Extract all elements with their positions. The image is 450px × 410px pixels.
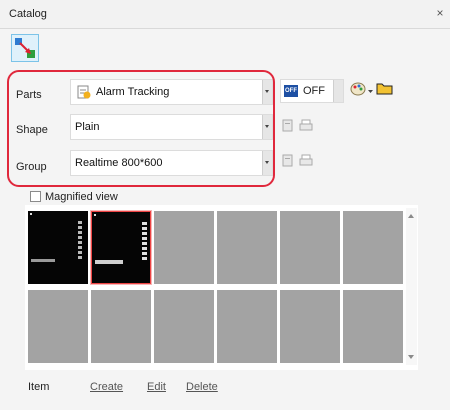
gallery-thumbnail[interactable] [91, 290, 151, 363]
gallery-thumbnail[interactable] [343, 211, 403, 284]
magnified-view-label: Magnified view [45, 191, 118, 203]
item-label: Item [28, 381, 50, 393]
scroll-down-icon[interactable] [408, 355, 414, 359]
off-state-icon: OFF [284, 85, 298, 97]
folder-icon[interactable] [376, 80, 394, 96]
alarm-preview-graphic [30, 213, 82, 262]
group-print-icon[interactable] [299, 154, 313, 168]
close-icon[interactable]: × [434, 6, 446, 20]
gallery-thumbnail[interactable] [280, 290, 340, 363]
edit-link[interactable]: Edit [147, 381, 166, 393]
gallery-thumbnail[interactable] [343, 290, 403, 363]
palette-icon[interactable] [350, 81, 366, 96]
shape-copy-icon[interactable] [281, 119, 295, 133]
gallery-thumbnail[interactable] [90, 210, 152, 285]
gallery-thumbnail[interactable] [154, 290, 214, 363]
palette-arrow-icon[interactable] [368, 85, 373, 99]
checkbox-box[interactable] [30, 191, 41, 202]
shape-print-icon[interactable] [299, 119, 313, 133]
scroll-up-icon[interactable] [408, 214, 414, 218]
title-bar: Catalog × [0, 0, 450, 29]
group-copy-icon[interactable] [281, 154, 295, 168]
delete-link[interactable]: Delete [186, 381, 218, 393]
window-title: Catalog [9, 8, 47, 20]
parts-gallery [25, 205, 418, 370]
catalog-tool-icon[interactable] [11, 34, 39, 62]
create-link[interactable]: Create [90, 381, 123, 393]
state-selector-value: OFF [303, 85, 325, 97]
state-selector-arrow-icon[interactable] [333, 80, 343, 102]
gallery-thumbnail[interactable] [154, 211, 214, 284]
gallery-thumbnail[interactable] [217, 290, 277, 363]
gallery-thumbnail[interactable] [280, 211, 340, 284]
gallery-scrollbar[interactable] [406, 208, 417, 365]
alarm-preview-graphic [94, 214, 147, 264]
gallery-thumbnail[interactable] [28, 290, 88, 363]
highlight-frame [7, 70, 275, 187]
state-selector[interactable]: OFF OFF [280, 79, 344, 103]
gallery-thumbnail[interactable] [28, 211, 88, 284]
gallery-thumbnail[interactable] [217, 211, 277, 284]
